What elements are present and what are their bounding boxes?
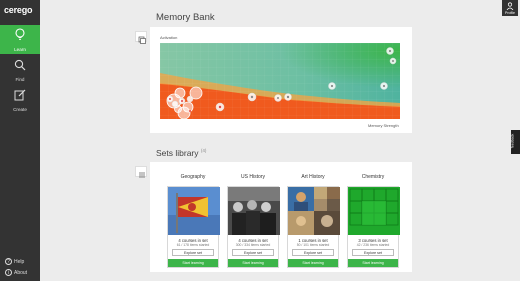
nav-help-label: Help <box>14 258 25 265</box>
items-started: 300 / 334 items started <box>235 243 271 247</box>
us-history-image[interactable] <box>228 187 280 235</box>
chart-y-label: Activation <box>160 35 178 40</box>
set-card-us-history: 4 courses in set 300 / 334 items started… <box>227 186 280 268</box>
sets-count: (4) <box>200 148 207 154</box>
start-learning-button[interactable]: Start learning <box>348 259 398 267</box>
nav-find[interactable]: Find <box>0 56 40 84</box>
set-card-chemistry: 3 courses in set 42 / 236 items started … <box>347 186 400 268</box>
card-title-geography[interactable]: Geography <box>167 174 219 180</box>
memory-bank-title: Memory Bank <box>156 12 215 23</box>
explore-set-button[interactable]: Explore set <box>352 249 394 256</box>
art-history-image[interactable] <box>288 187 340 235</box>
info-icon: i <box>5 269 12 276</box>
copy-icon <box>138 36 146 44</box>
card-title-us-history[interactable]: US History <box>227 174 279 180</box>
nav-create[interactable]: Create <box>0 86 40 114</box>
memory-bank-toggle[interactable] <box>135 31 147 44</box>
explore-set-button[interactable]: Explore set <box>172 249 214 256</box>
list-icon <box>139 172 145 178</box>
set-card-art-history: 1 courses in set 50 / 101 items started … <box>287 186 340 268</box>
chemistry-image[interactable] <box>348 187 400 235</box>
card-title-art-history[interactable]: Art History <box>287 174 339 180</box>
help-icon: ? <box>5 258 12 265</box>
lightbulb-icon <box>15 28 25 40</box>
user-icon <box>506 2 514 10</box>
memory-bank-chart[interactable] <box>160 43 400 119</box>
nav-about-label: About <box>14 269 28 276</box>
sidebar: cerego Learn Find Create ? Help i About <box>0 0 40 281</box>
profile-label: Profile <box>505 11 515 15</box>
edit-icon <box>14 89 26 101</box>
feedback-tab[interactable]: feedback <box>510 130 520 154</box>
start-learning-button[interactable]: Start learning <box>288 259 338 267</box>
geography-image[interactable] <box>168 187 220 235</box>
nav-find-label: Find <box>15 77 25 82</box>
card-title-chemistry[interactable]: Chemistry <box>347 174 399 180</box>
sets-library-title: Sets library (4) <box>156 148 206 158</box>
nav-learn-label: Learn <box>14 47 26 52</box>
nav-create-label: Create <box>13 107 27 112</box>
explore-set-button[interactable]: Explore set <box>232 249 274 256</box>
sets-list-toggle[interactable] <box>135 166 147 178</box>
memory-heatmap <box>160 43 400 119</box>
search-icon <box>14 59 26 71</box>
cerego-logo: cerego <box>4 5 33 15</box>
items-started: 42 / 236 items started <box>356 243 390 247</box>
chart-x-label: Memory Strength <box>368 123 399 128</box>
profile-button[interactable]: Profile <box>502 0 518 16</box>
set-card-geography: 4 courses in set 61 / 178 items started … <box>167 186 220 268</box>
feedback-label: feedback <box>510 133 515 149</box>
nav-help[interactable]: ? Help <box>5 258 24 265</box>
nav-learn[interactable]: Learn <box>0 25 40 54</box>
nav-about[interactable]: i About <box>5 269 27 276</box>
sets-library-title-text: Sets library <box>156 148 199 158</box>
items-started: 61 / 178 items started <box>176 243 210 247</box>
explore-set-button[interactable]: Explore set <box>292 249 334 256</box>
items-started: 50 / 101 items started <box>296 243 330 247</box>
start-learning-button[interactable]: Start learning <box>228 259 278 267</box>
start-learning-button[interactable]: Start learning <box>168 259 218 267</box>
